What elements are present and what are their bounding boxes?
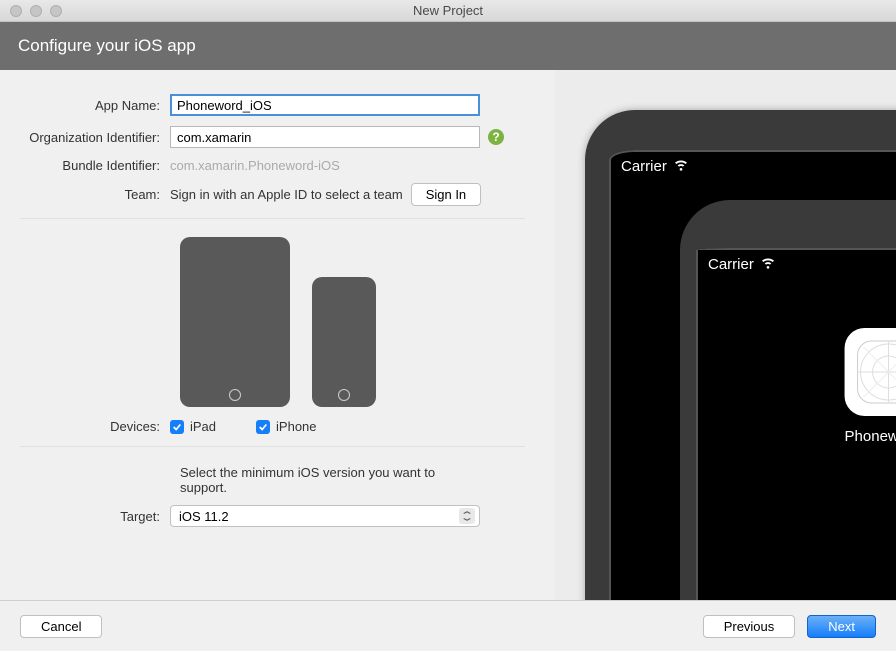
titlebar: New Project: [0, 0, 896, 22]
target-select[interactable]: iOS 11.2: [170, 505, 480, 527]
cancel-button[interactable]: Cancel: [20, 615, 102, 638]
org-id-label: Organization Identifier:: [20, 130, 170, 145]
team-hint-text: Sign in with an Apple ID to select a tea…: [170, 187, 403, 202]
target-label: Target:: [20, 509, 170, 524]
help-icon[interactable]: ?: [488, 129, 504, 145]
iphone-glyph: [312, 277, 376, 407]
wifi-icon: [673, 156, 689, 176]
ipad-checkbox-label: iPad: [190, 419, 216, 434]
ipad-glyph: [180, 237, 290, 407]
target-hint: Select the minimum iOS version you want …: [20, 465, 450, 495]
chevron-down-icon: [459, 508, 475, 524]
org-id-input[interactable]: [170, 126, 480, 148]
app-name-label: App Name:: [20, 98, 170, 113]
iphone-checkbox-label: iPhone: [276, 419, 316, 434]
target-value: iOS 11.2: [179, 509, 229, 524]
bundle-id-label: Bundle Identifier:: [20, 158, 170, 173]
carrier-label: Carrier: [621, 158, 667, 175]
page-header: Configure your iOS app: [0, 22, 896, 70]
ipad-checkbox[interactable]: iPad: [170, 419, 216, 434]
preview-area: Carrier Carrier: [555, 70, 896, 600]
iphone-checkbox[interactable]: iPhone: [256, 419, 316, 434]
next-button[interactable]: Next: [807, 615, 876, 638]
app-name-input[interactable]: [170, 94, 480, 116]
wifi-icon: [760, 254, 776, 274]
previous-button[interactable]: Previous: [703, 615, 796, 638]
carrier-label: Carrier: [708, 256, 754, 273]
device-preview: [20, 237, 525, 407]
devices-label: Devices:: [20, 419, 170, 434]
footer: Cancel Previous Next: [0, 600, 896, 651]
team-label: Team:: [20, 187, 170, 202]
app-icon: [845, 328, 896, 416]
page-title: Configure your iOS app: [18, 36, 196, 55]
bundle-id-value: com.xamarin.Phoneword-iOS: [170, 158, 340, 173]
window-title: New Project: [0, 3, 896, 18]
preview-iphone: Carrier Phoneword…: [680, 200, 896, 600]
app-preview-label: Phoneword…: [845, 428, 896, 445]
sign-in-button[interactable]: Sign In: [411, 183, 481, 206]
app-preview: Phoneword…: [845, 328, 896, 445]
form-area: App Name: Organization Identifier: ? Bun…: [0, 70, 555, 600]
